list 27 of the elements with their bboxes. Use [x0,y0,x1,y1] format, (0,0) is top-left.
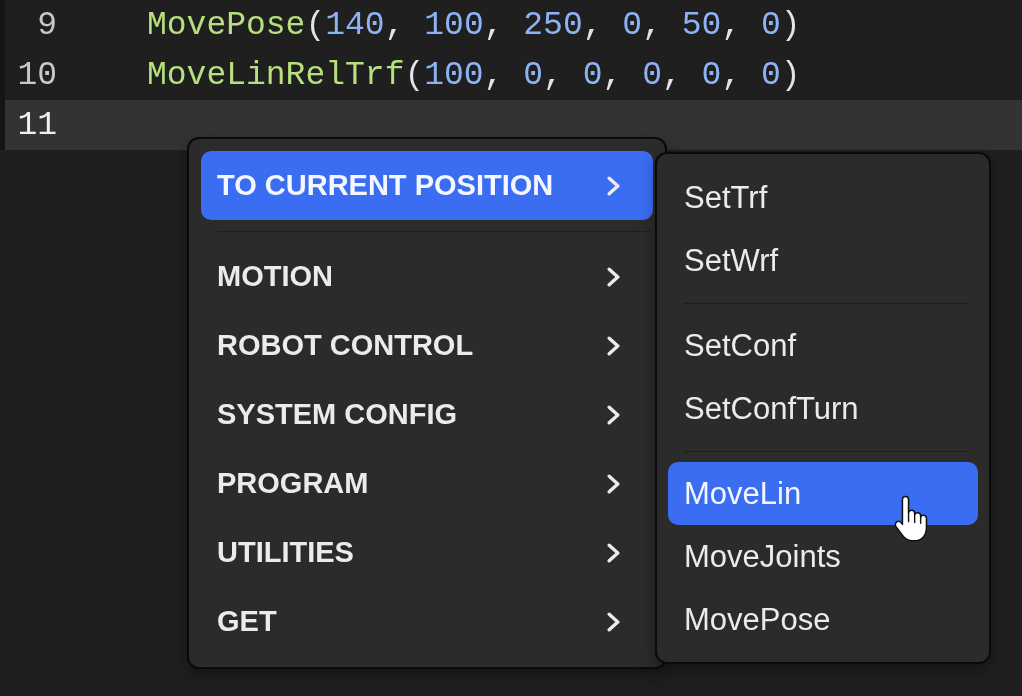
code-line: MovePose(140, 100, 250, 0, 50, 0) [147,6,801,44]
chevron-right-icon [607,175,620,196]
chevron-right-icon [607,611,620,632]
chevron-right-icon [607,404,620,425]
menu-item[interactable]: PROGRAM [201,449,653,518]
menu-item[interactable]: MoveJoints [668,525,978,588]
line-number: 9 [36,6,57,44]
menu-item[interactable]: MovePose [668,588,978,651]
chevron-right-icon [607,473,620,494]
chevron-right-icon [607,542,620,563]
menu-item[interactable]: SYSTEM CONFIG [201,380,653,449]
menu-item[interactable]: GET [201,587,653,656]
menu-item[interactable]: SetWrf [668,229,978,292]
hand-cursor-icon [894,494,928,544]
code-line: MoveLinRelTrf(100, 0, 0, 0, 0, 0) [147,56,801,94]
menu-item[interactable]: SetConfTurn [668,377,978,440]
menu-item[interactable]: UTILITIES [201,518,653,587]
chevron-right-icon [607,266,620,287]
menu-item[interactable]: SetConf [668,314,978,377]
menu-item[interactable]: MoveLin [668,462,978,525]
menu-item[interactable]: TO CURRENT POSITION [201,151,653,220]
menu-item[interactable]: MOTION [201,242,653,311]
menu-item[interactable]: SetTrf [668,166,978,229]
menu-item[interactable]: ROBOT CONTROL [201,311,653,380]
line-number: 11 [16,106,57,144]
line-number: 10 [16,56,57,94]
chevron-right-icon [607,335,620,356]
